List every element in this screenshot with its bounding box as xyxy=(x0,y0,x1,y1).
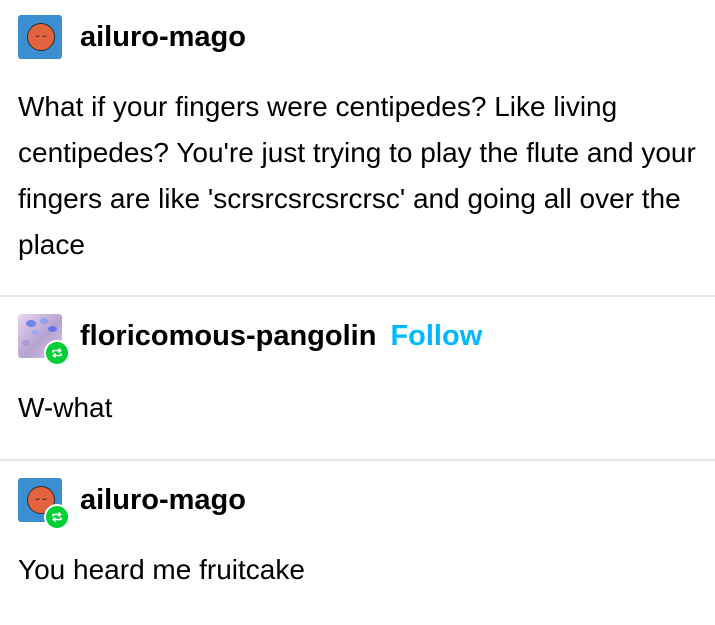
divider xyxy=(0,295,715,297)
post-text: You heard me fruitcake xyxy=(18,554,305,585)
reblog-badge xyxy=(44,504,70,530)
username[interactable]: ailuro-mago xyxy=(80,21,246,54)
username[interactable]: ailuro-mago xyxy=(80,484,246,517)
divider xyxy=(0,459,715,461)
post-text: W-what xyxy=(18,392,113,423)
avatar[interactable] xyxy=(18,314,70,366)
follow-button[interactable]: Follow xyxy=(390,320,482,353)
post-header: ailuro-mago xyxy=(18,478,246,530)
post-header: ailuro-mago xyxy=(18,15,246,59)
avatar[interactable] xyxy=(18,15,62,59)
reblog-badge xyxy=(44,340,70,366)
post-header: floricomous-pangolin Follow xyxy=(18,314,482,366)
avatar[interactable] xyxy=(18,478,70,530)
reblog-icon xyxy=(52,512,62,522)
red-panda-face-icon xyxy=(27,23,55,51)
post-text: What if your fingers were centipedes? Li… xyxy=(18,91,696,260)
username[interactable]: floricomous-pangolin xyxy=(80,320,376,353)
reblog-icon xyxy=(52,348,62,358)
